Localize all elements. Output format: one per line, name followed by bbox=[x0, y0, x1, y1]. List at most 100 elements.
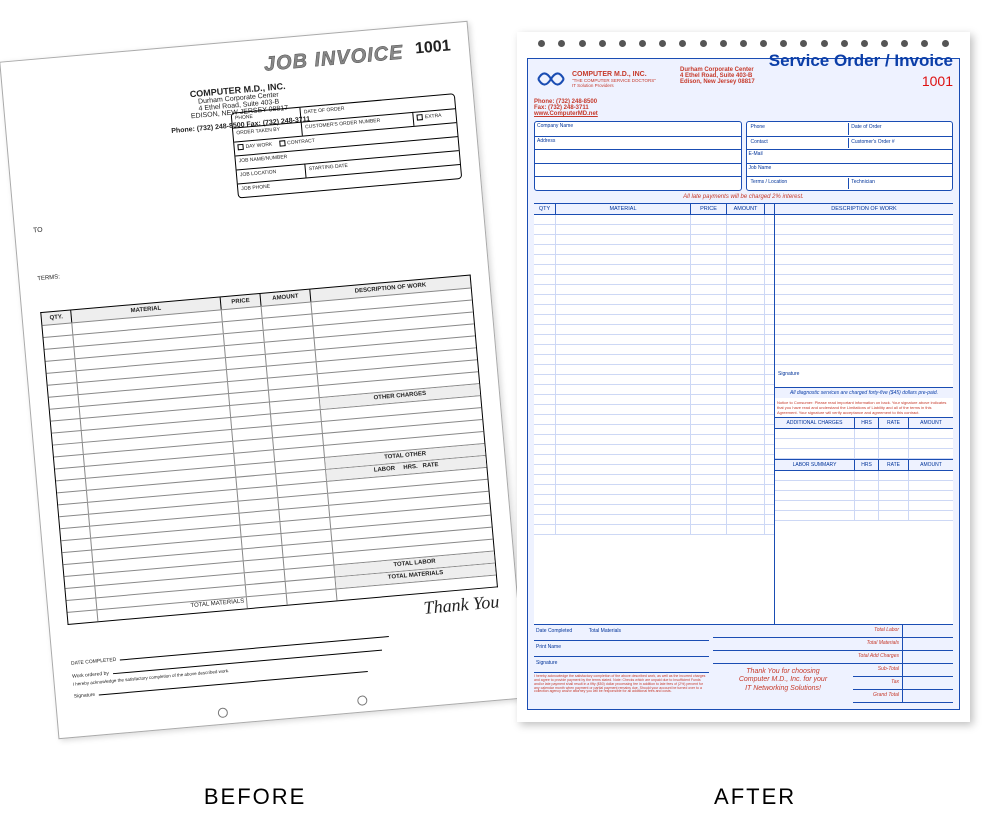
table-row bbox=[775, 335, 953, 345]
table-row bbox=[534, 225, 774, 235]
table-row bbox=[534, 275, 774, 285]
punch-hole-icon bbox=[558, 40, 565, 47]
punch-hole-icon bbox=[679, 40, 686, 47]
table-row bbox=[775, 491, 953, 501]
table-row bbox=[775, 255, 953, 265]
after-additional-charges-hdr: ADDITIONAL CHARGESHRSRATEAMOUNT bbox=[775, 417, 953, 429]
terms-label: TERMS: bbox=[37, 239, 468, 283]
table-row bbox=[534, 305, 774, 315]
table-row bbox=[775, 235, 953, 245]
after-consumer-notice: Notice to Consumer: Please read importan… bbox=[775, 398, 953, 417]
table-row bbox=[775, 355, 953, 365]
after-customer-box: Company Name Address bbox=[534, 121, 742, 191]
punch-hole-icon bbox=[740, 40, 747, 47]
table-row bbox=[534, 525, 774, 535]
rb-email: E-Mail bbox=[747, 149, 953, 163]
table-row bbox=[534, 215, 774, 225]
punch-hole-icon bbox=[921, 40, 928, 47]
table-row bbox=[534, 345, 774, 355]
punch-hole-icon bbox=[599, 40, 606, 47]
table-row bbox=[775, 439, 953, 449]
table-row bbox=[534, 385, 774, 395]
after-late-notice: All late payments will be charged 2% int… bbox=[534, 194, 953, 200]
punch-hole-icon bbox=[841, 40, 848, 47]
rb-tech: Technician bbox=[849, 178, 950, 189]
table-row bbox=[534, 415, 774, 425]
table-row bbox=[534, 255, 774, 265]
table-row bbox=[534, 335, 774, 345]
table-row bbox=[775, 265, 953, 275]
label-before: BEFORE bbox=[204, 784, 306, 810]
after-diag-notice: All diagnostic services are charged fort… bbox=[775, 387, 953, 398]
table-row bbox=[534, 505, 774, 515]
table-row bbox=[534, 235, 774, 245]
before-order-box: PHONE DATE OF ORDER ORDER TAKEN BY CUSTO… bbox=[231, 93, 463, 198]
table-row bbox=[775, 481, 953, 491]
lf-signature: Signature bbox=[534, 657, 709, 673]
table-row bbox=[534, 365, 774, 375]
table-row bbox=[534, 445, 774, 455]
punch-hole-icon bbox=[901, 40, 908, 47]
lf-total-materials: Total Materials bbox=[589, 628, 621, 634]
after-company-sub: IT Solution Providers bbox=[572, 83, 656, 88]
after-totals: Total Labor Total Materials Total Add Ch… bbox=[713, 625, 953, 664]
table-row bbox=[534, 435, 774, 445]
table-row bbox=[534, 465, 774, 475]
table-row bbox=[534, 285, 774, 295]
table-row bbox=[534, 485, 774, 495]
table-row bbox=[775, 225, 953, 235]
table-row bbox=[534, 405, 774, 415]
tot-subtotal: Sub-Total bbox=[853, 664, 903, 676]
to-label: TO bbox=[33, 227, 43, 235]
comparison-labels: BEFORE AFTER bbox=[0, 784, 1000, 810]
table-row bbox=[534, 355, 774, 365]
table-row bbox=[775, 471, 953, 481]
rb-phone: Phone bbox=[749, 123, 850, 135]
rb-custorder: Customer's Order # bbox=[849, 138, 950, 149]
after-signature-field: Signature bbox=[775, 365, 953, 387]
punch-hole-icon bbox=[800, 40, 807, 47]
punch-hole-icon bbox=[780, 40, 787, 47]
tot-labor: Total Labor bbox=[713, 625, 903, 637]
table-row bbox=[534, 245, 774, 255]
tot-grand: Grand Total bbox=[853, 690, 903, 702]
punch-hole-icon bbox=[659, 40, 666, 47]
table-row bbox=[775, 449, 953, 459]
table-row bbox=[534, 475, 774, 485]
table-row bbox=[534, 295, 774, 305]
after-invoice: COMPUTER M.D., INC. "THE COMPUTER SERVIC… bbox=[517, 32, 970, 722]
table-row bbox=[775, 285, 953, 295]
punch-hole-icon bbox=[821, 40, 828, 47]
lf-date-completed: Date Completed bbox=[536, 628, 572, 634]
after-company-tagline: "THE COMPUTER SERVICE DOCTORS" bbox=[572, 78, 656, 83]
after-table-header: QTY MATERIAL PRICE AMOUNT DESCRIPTION OF… bbox=[534, 203, 953, 215]
after-web: www.ComputerMD.net bbox=[534, 111, 674, 117]
punch-hole-icon bbox=[217, 707, 228, 718]
tot-add-charges: Total Add Charges bbox=[713, 651, 903, 663]
after-table-body: Signature All diagnostic services are ch… bbox=[534, 215, 953, 625]
table-row bbox=[775, 295, 953, 305]
punch-hole-icon bbox=[760, 40, 767, 47]
table-row bbox=[775, 429, 953, 439]
punch-hole-icon bbox=[357, 695, 368, 706]
lb-address: Address bbox=[535, 136, 741, 150]
after-labor-summary-hdr: LABOR SUMMARYHRSRATEAMOUNT bbox=[775, 459, 953, 471]
punch-hole-icon bbox=[861, 40, 868, 47]
after-thanks: Thank You for choosing Computer M.D., In… bbox=[713, 664, 853, 703]
after-company-name: COMPUTER M.D., INC. bbox=[572, 71, 656, 78]
table-row bbox=[775, 245, 953, 255]
rb-date: Date of Order bbox=[849, 123, 950, 135]
punch-hole-icon bbox=[700, 40, 707, 47]
table-row bbox=[775, 305, 953, 315]
lf-legal: I hereby acknowledge the satisfactory co… bbox=[534, 673, 709, 696]
table-row bbox=[534, 455, 774, 465]
foot-date-completed: DATE COMPLETED bbox=[71, 657, 117, 667]
table-row bbox=[534, 265, 774, 275]
table-row bbox=[775, 315, 953, 325]
lb-company-name: Company Name bbox=[535, 122, 741, 136]
tot-materials: Total Materials bbox=[713, 638, 903, 650]
rb-jobname: Job Name bbox=[747, 163, 953, 177]
table-row bbox=[534, 495, 774, 505]
table-row bbox=[534, 515, 774, 525]
table-row bbox=[534, 375, 774, 385]
